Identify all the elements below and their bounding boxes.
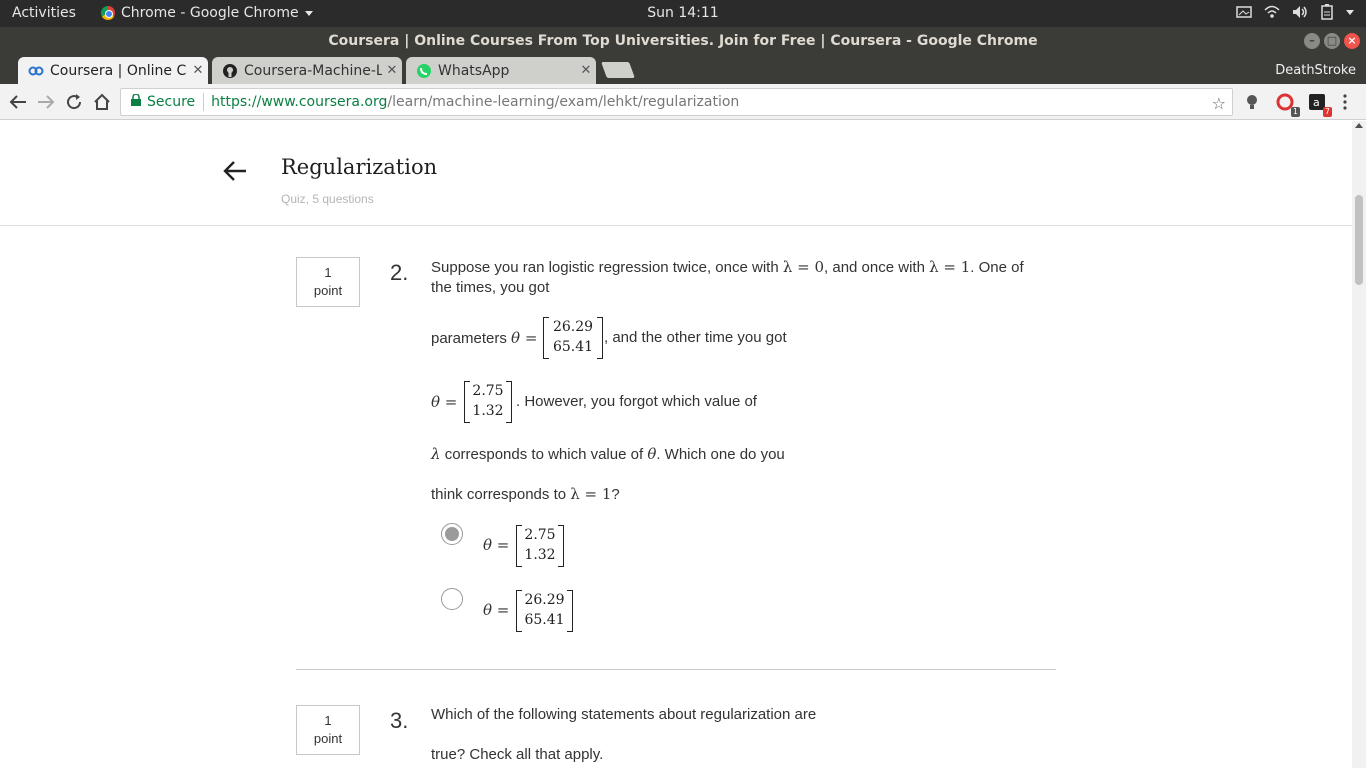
home-button[interactable] [92,92,112,112]
address-bar[interactable]: Secure https://www.coursera.org/learn/ma… [120,88,1233,116]
close-tab-icon[interactable]: ✕ [188,63,208,78]
bookmark-star-icon[interactable]: ☆ [1212,94,1226,113]
tab-whatsapp[interactable]: WhatsApp ✕ [406,57,596,84]
question-number: 2. [390,260,409,285]
tab-strip: Coursera | Online C ✕ Coursera-Machine-L… [0,55,1366,84]
chevron-down-icon [304,10,313,16]
red-extension-icon[interactable]: 1 [1276,93,1300,117]
reload-button[interactable] [64,92,84,112]
theta-matrix-1: 26.29 65.41 [543,317,603,359]
theta-label: θ = [431,393,458,411]
chrome-icon [101,6,115,20]
option-1-matrix[interactable]: 2.75 1.32 [516,525,564,567]
window-title: Coursera | Online Courses From Top Unive… [328,33,1038,49]
option-2-theta: θ = [483,601,510,619]
page-title: Regularization [281,155,438,179]
maximize-button[interactable]: □ [1324,33,1340,49]
tab-label: Coursera | Online C [50,62,187,79]
coursera-icon [28,63,44,79]
option-2-radio[interactable] [441,588,463,610]
activities-button[interactable]: Activities [12,5,76,21]
window-title-bar[interactable]: Coursera | Online Courses From Top Unive… [0,27,1366,55]
profile-button[interactable]: DeathStroke [1265,57,1366,84]
question-text: Suppose you ran logistic regression twic… [431,258,1024,296]
points-box: 1 point [296,705,360,755]
question-text: Which of the following statements about … [431,706,817,723]
quiz-subtitle: Quiz, 5 questions [281,192,374,206]
close-window-button[interactable]: × [1344,33,1360,49]
tab-label: WhatsApp [438,62,510,79]
system-menu-chevron-icon [1346,9,1354,15]
corresponds-text: λ corresponds to which value of θ. Which… [431,445,785,463]
params-suffix: , and the other time you got [604,329,787,346]
question-number: 3. [390,708,409,733]
forward-button[interactable] [36,92,56,112]
github-icon [222,63,238,79]
page-content: Regularization Quiz, 5 questions 1 point… [0,121,1352,768]
page-scrollbar[interactable] [1352,121,1366,768]
browser-toolbar: Secure https://www.coursera.org/learn/ma… [0,84,1366,120]
app-menu[interactable]: Chrome - Google Chrome [101,5,313,21]
volume-icon [1293,6,1307,18]
close-tab-icon[interactable]: ✕ [576,63,596,78]
extension-badge: 7 [1322,107,1332,117]
url-host: https://www.coursera.org [211,94,388,110]
svg-text:a: a [1313,96,1320,109]
tab-label: Coursera-Machine-L [244,62,382,79]
os-top-bar: Activities Chrome - Google Chrome Sun 14… [0,0,1366,27]
think-text: think corresponds to λ = 1? [431,485,620,503]
screen-icon [1236,6,1252,18]
scroll-up-arrow-icon[interactable] [1355,123,1363,128]
new-tab-button[interactable] [601,62,635,78]
forgot-text: . However, you forgot which value of [516,393,757,410]
points-box: 1 point [296,257,360,307]
extension-badge: 1 [1290,107,1300,117]
secure-label: Secure [147,94,196,110]
lightbulb-icon[interactable] [1243,93,1261,111]
params-text: parameters θ = [431,329,538,347]
question-divider [296,669,1056,670]
app-menu-label: Chrome - Google Chrome [121,5,299,21]
tab-github[interactable]: Coursera-Machine-L ✕ [212,57,402,84]
battery-icon [1321,4,1333,20]
theta-matrix-2: 2.75 1.32 [464,381,512,423]
whatsapp-icon [416,63,432,79]
system-tray[interactable] [1236,4,1354,20]
option-2-matrix[interactable]: 26.29 65.41 [516,590,573,632]
back-button[interactable] [8,92,28,112]
wifi-icon [1264,5,1280,18]
scroll-thumb[interactable] [1355,195,1363,285]
option-1-radio[interactable] [441,523,463,545]
chrome-menu-icon[interactable] [1342,93,1352,111]
close-tab-icon[interactable]: ✕ [382,63,402,78]
option-1-theta: θ = [483,536,510,554]
question-text-continued: true? Check all that apply. [431,746,604,763]
quiz-header: Regularization Quiz, 5 questions [0,121,1352,226]
tab-coursera[interactable]: Coursera | Online C ✕ [18,57,208,84]
back-arrow-icon[interactable] [222,159,248,183]
lock-icon [131,93,141,110]
minimize-button[interactable]: – [1304,33,1320,49]
url-path: /learn/machine-learning/exam/lehkt/regul… [387,94,740,110]
amazon-icon[interactable]: a 7 [1308,93,1332,117]
